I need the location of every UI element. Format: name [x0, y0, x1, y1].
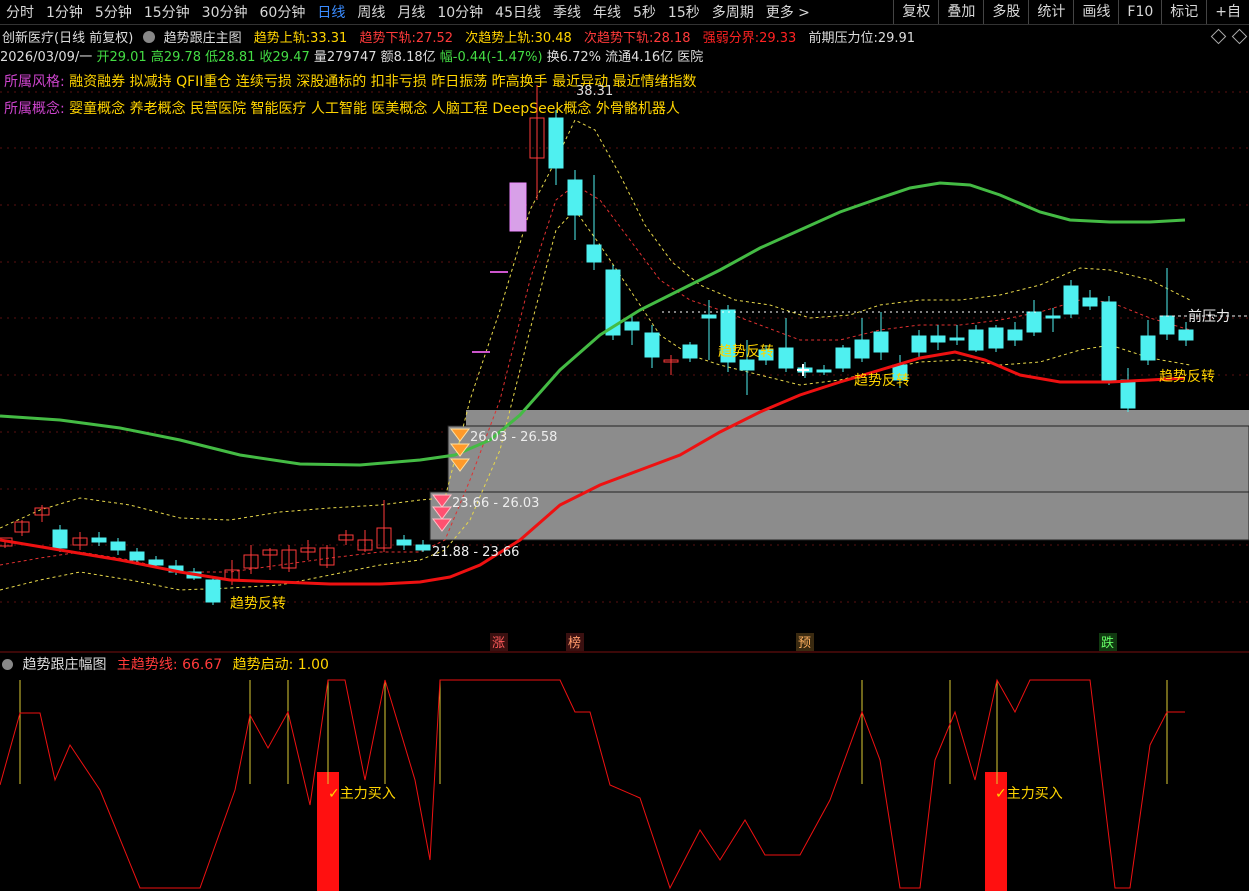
zone1-label: 26.03 - 26.58	[470, 430, 557, 445]
candle-body-40	[854, 339, 870, 359]
sub-chart: ✓主力买入 ✓主力买入	[0, 678, 1185, 891]
sub-trend-line	[0, 678, 1185, 890]
zone-top	[466, 410, 1249, 426]
candle-body-51	[1063, 285, 1079, 315]
price-chart[interactable]: 38.31 26.03 - 26.58 23.66 - 26.03 21.88 - 2…	[0, 0, 1249, 891]
buy-label-2: ✓主力买入	[995, 786, 1063, 802]
trend-reverse-label-0: 趋势反转	[230, 596, 286, 612]
cursor-cross-icon	[797, 364, 809, 376]
candle-body-28	[624, 321, 640, 331]
tag-2: 预	[798, 636, 811, 651]
tag-1: 榜	[568, 635, 581, 651]
candle-body-48	[1007, 329, 1023, 341]
candle-body-47	[988, 327, 1004, 349]
candle-body-45	[949, 337, 965, 341]
candle-body-43	[911, 335, 927, 353]
candle-body-54	[1120, 379, 1136, 409]
candle-body-21	[396, 539, 412, 546]
candle-body-26	[586, 244, 602, 263]
candle-body-5	[91, 537, 107, 543]
candle-body-7	[129, 551, 145, 561]
main-line-value: 66.67	[182, 657, 223, 673]
trend-reverse-label-2: 趋势反转	[854, 373, 910, 389]
candle-body-46	[968, 329, 984, 351]
zone3-label: 21.88 - 23.66	[432, 545, 519, 560]
candle-body-3	[52, 529, 68, 549]
candle-body-8	[148, 559, 164, 566]
candle-body-29	[644, 332, 660, 358]
chart-grid	[0, 91, 1249, 653]
candle-body-36	[778, 347, 794, 369]
trend-reverse-label-1: 趋势反转	[718, 344, 774, 360]
candle-body-52	[1082, 297, 1098, 307]
buy-label-1: ✓主力买入	[328, 786, 396, 802]
candle-body-39	[835, 347, 851, 369]
candle-body-55	[1140, 335, 1156, 361]
candle-body-57	[1178, 329, 1194, 341]
trend-reverse-label-3: 趋势反转	[1159, 369, 1215, 385]
candle-body-38	[816, 369, 832, 373]
zone2-label: 23.66 - 26.03	[452, 496, 539, 511]
candle-body-49	[1026, 311, 1042, 333]
candle-body-53	[1101, 301, 1117, 381]
start-label: 趋势启动:	[232, 657, 294, 673]
candle-body-31	[682, 344, 698, 359]
candle-body-44	[930, 335, 946, 343]
peak-label: 38.31	[576, 84, 613, 99]
start-value: 1.00	[297, 657, 329, 673]
zone-mid	[447, 425, 1249, 493]
candle-body-41	[873, 331, 889, 353]
candle-body-34	[739, 359, 755, 371]
candle-body-32	[701, 314, 717, 319]
zone-low	[429, 491, 1249, 541]
candle-body-24	[548, 117, 564, 169]
sub-dropdown-icon[interactable]	[2, 659, 13, 670]
candle-body-11	[205, 579, 221, 603]
tag-0: 涨	[492, 636, 505, 651]
sub-header: 趋势跟庄幅图 主趋势线: 66.67 趋势启动: 1.00	[2, 654, 329, 674]
candle-body-25	[567, 179, 583, 216]
main-line-label: 主趋势线:	[116, 657, 178, 673]
sub-title[interactable]: 趋势跟庄幅图	[22, 657, 106, 673]
candle-body-6	[110, 541, 126, 551]
candle-body-22	[415, 544, 431, 551]
candle-purple	[509, 182, 527, 232]
press-label: 前压力	[1188, 308, 1230, 325]
tag-3: 跌	[1101, 635, 1114, 651]
candle-body-56	[1159, 315, 1175, 335]
candle-body-50	[1045, 315, 1061, 319]
